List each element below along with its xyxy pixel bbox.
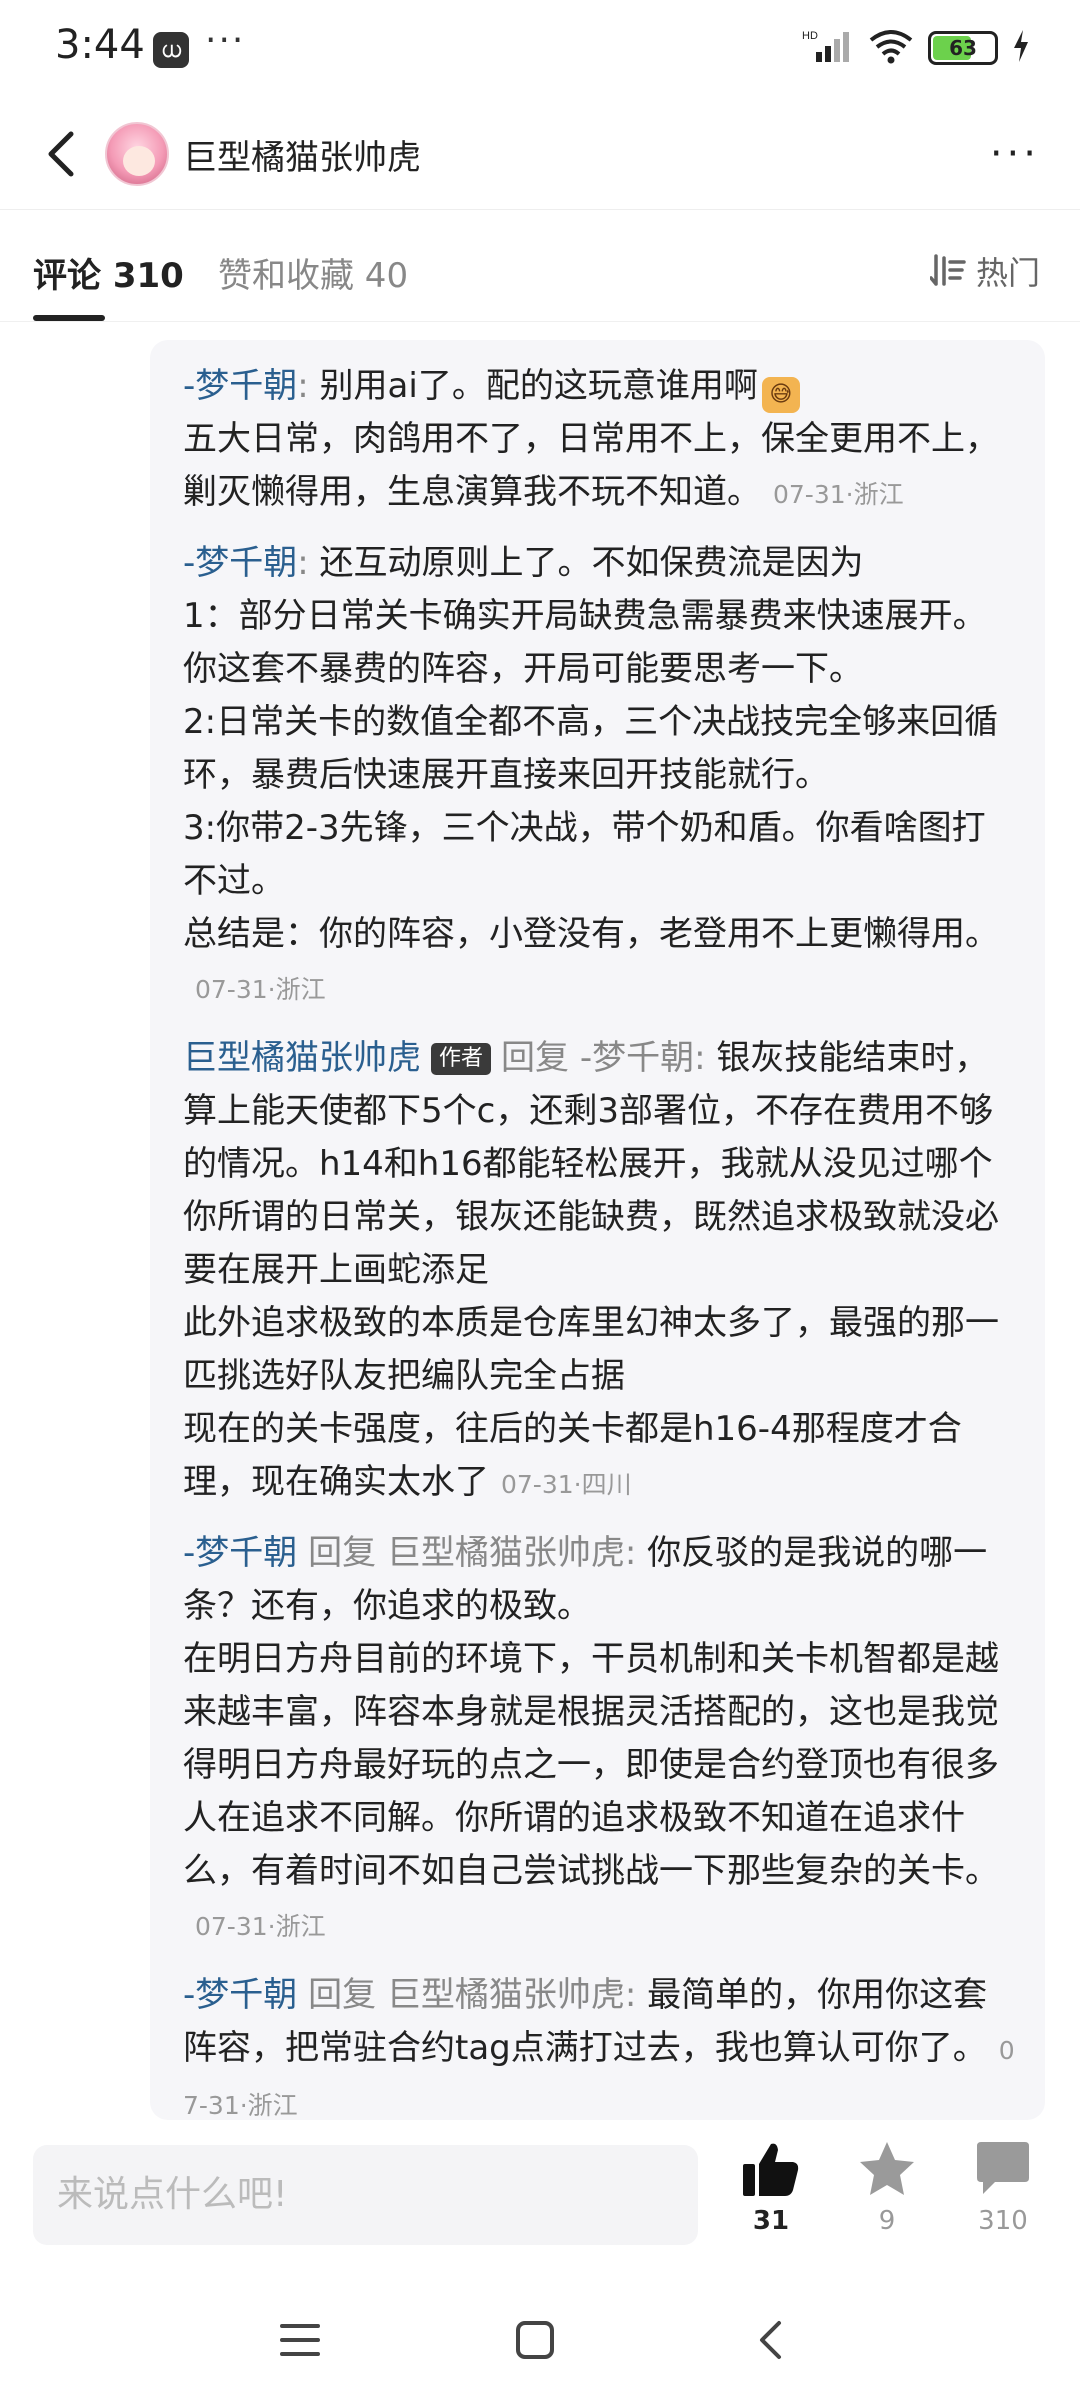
active-tab-indicator — [33, 315, 105, 321]
app-notification-icon: ധ — [153, 32, 189, 68]
battery-percent: 63 — [949, 36, 977, 60]
back-arrow-icon — [48, 131, 74, 177]
reply-item[interactable]: -梦千朝: 还互动原则上了。不如保费流是因为 1：部分日常关卡确实开局缺费急需暴… — [183, 537, 1015, 1016]
reply-colon: : — [624, 1975, 637, 2015]
reply-author[interactable]: -梦千朝 — [183, 543, 297, 583]
reply-target[interactable]: -梦千朝 — [580, 1038, 694, 1078]
reply-author[interactable]: -梦千朝 — [183, 1533, 297, 1573]
reply-text: 此外追求极致的本质是仓库里幻神太多了，最强的那一匹挑选好队友把编队完全占据 — [183, 1303, 999, 1396]
bottom-action-bar: 来说点什么吧! 31 9 310 — [0, 2120, 1080, 2280]
reply-meta: 07-31·四川 — [501, 1470, 632, 1499]
reply-author[interactable]: -梦千朝 — [183, 366, 297, 406]
reply-meta: 07-31·浙江 — [195, 975, 326, 1004]
reply-author[interactable]: -梦千朝 — [183, 1975, 297, 2015]
reply-item[interactable]: -梦千朝 回复 巨型橘猫张帅虎: 最简单的，你用你这套阵容，把常驻合约tag点满… — [183, 1969, 1015, 2120]
reply-item[interactable]: -梦千朝 回复 巨型橘猫张帅虎: 你反驳的是我说的哪一条？还有，你追求的极致。 … — [183, 1527, 1015, 1953]
sort-hot-button[interactable]: 热门 — [929, 248, 1040, 294]
menu-lines-icon — [280, 2324, 320, 2356]
svg-text:HD: HD — [802, 30, 818, 42]
tab-comments[interactable]: 评论 310 — [33, 248, 184, 297]
reply-text: 别用ai了。配的这玩意谁用啊 — [308, 366, 758, 406]
comment-input[interactable]: 来说点什么吧! — [33, 2145, 698, 2245]
like-button[interactable]: 31 — [726, 2140, 816, 2236]
tab-bar: 评论 310 赞和收藏 40 热门 — [0, 210, 1080, 322]
thumbs-up-icon — [743, 2143, 799, 2196]
more-options-button[interactable]: ··· — [990, 134, 1040, 174]
reply-item[interactable]: -梦千朝: 别用ai了。配的这玩意谁用啊 😅 五大日常，肉鸽用不了，日常用不上，保… — [183, 360, 1015, 521]
author-badge: 作者 — [431, 1043, 492, 1075]
system-nav-bar — [0, 2280, 1080, 2400]
sweat-smile-emoji-icon: 😅 — [761, 377, 800, 413]
reply-text: 3:你带2-3先锋，三个决战，带个奶和盾。你看啥图打不过。 — [183, 808, 986, 901]
reply-thread: -梦千朝: 别用ai了。配的这玩意谁用啊 😅 五大日常，肉鸽用不了，日常用不上，保… — [150, 340, 1045, 2120]
back-button[interactable] — [30, 122, 90, 186]
reply-colon: : — [624, 1533, 637, 1573]
avatar[interactable] — [105, 122, 169, 186]
reply-target[interactable]: 巨型橘猫张帅虎 — [387, 1975, 625, 2015]
favorite-button[interactable]: 9 — [842, 2140, 932, 2236]
reply-text: 总结是：你的阵容，小登没有，老登用不上更懒得用。 — [183, 914, 999, 954]
status-more-icon: ··· — [205, 20, 246, 61]
recents-button[interactable] — [270, 2310, 330, 2370]
back-chevron-icon — [760, 2321, 781, 2359]
reply-colon: : — [297, 366, 309, 406]
reply-item[interactable]: 巨型橘猫张帅虎 作者 回复 -梦千朝: 银灰技能结束时，算上能天使都下5个c，还剩3… — [183, 1032, 1015, 1511]
reply-text: 还互动原则上了。不如保费流是因为 — [308, 543, 864, 583]
wifi-icon — [868, 28, 914, 68]
reply-colon: : — [694, 1038, 706, 1078]
like-count: 31 — [752, 2206, 790, 2236]
home-square-icon — [516, 2321, 554, 2359]
tab-likes-favorites[interactable]: 赞和收藏 40 — [218, 248, 408, 297]
status-time: 3:44 — [55, 22, 145, 68]
comment-count: 310 — [978, 2206, 1028, 2236]
top-header: 巨型橘猫张帅虎 ··· — [0, 100, 1080, 210]
reply-word: 回复 — [308, 1975, 377, 2015]
sort-icon — [929, 254, 966, 286]
sort-label: 热门 — [975, 254, 1040, 292]
reply-word: 回复 — [308, 1533, 377, 1573]
reply-text: 2:日常关卡的数值全都不高，三个决战技完全够来回循环，暴费后快速展开直接来回开技… — [183, 702, 999, 795]
back-nav-button[interactable] — [740, 2310, 800, 2370]
battery-icon: 63 — [928, 31, 998, 65]
comment-button[interactable]: 310 — [958, 2140, 1048, 2236]
charging-icon — [1012, 30, 1030, 66]
comment-bubble-icon — [977, 2142, 1029, 2194]
status-indicators: HD 63 — [802, 28, 1030, 68]
reply-meta: 07-31·浙江 — [773, 480, 904, 509]
user-name-title[interactable]: 巨型橘猫张帅虎 — [183, 130, 421, 179]
reply-meta: 07-31·浙江 — [195, 1912, 326, 1941]
reply-text: 在明日方舟目前的环境下，干员机制和关卡机智都是越来越丰富，阵容本身就是根据灵活搭… — [183, 1639, 999, 1891]
favorite-count: 9 — [878, 2206, 896, 2236]
signal-icon: HD — [802, 28, 854, 68]
home-button[interactable] — [505, 2310, 565, 2370]
reply-text: 1：部分日常关卡确实开局缺费急需暴费来快速展开。你这套不暴费的阵容，开局可能要思… — [183, 596, 987, 689]
reply-author[interactable]: 巨型橘猫张帅虎 — [183, 1038, 421, 1078]
status-bar: 3:44 ധ ··· HD 63 — [0, 0, 1080, 100]
star-icon — [860, 2142, 914, 2195]
reply-colon: : — [297, 543, 309, 583]
reply-target[interactable]: 巨型橘猫张帅虎 — [387, 1533, 625, 1573]
reply-word: 回复 — [501, 1038, 570, 1078]
